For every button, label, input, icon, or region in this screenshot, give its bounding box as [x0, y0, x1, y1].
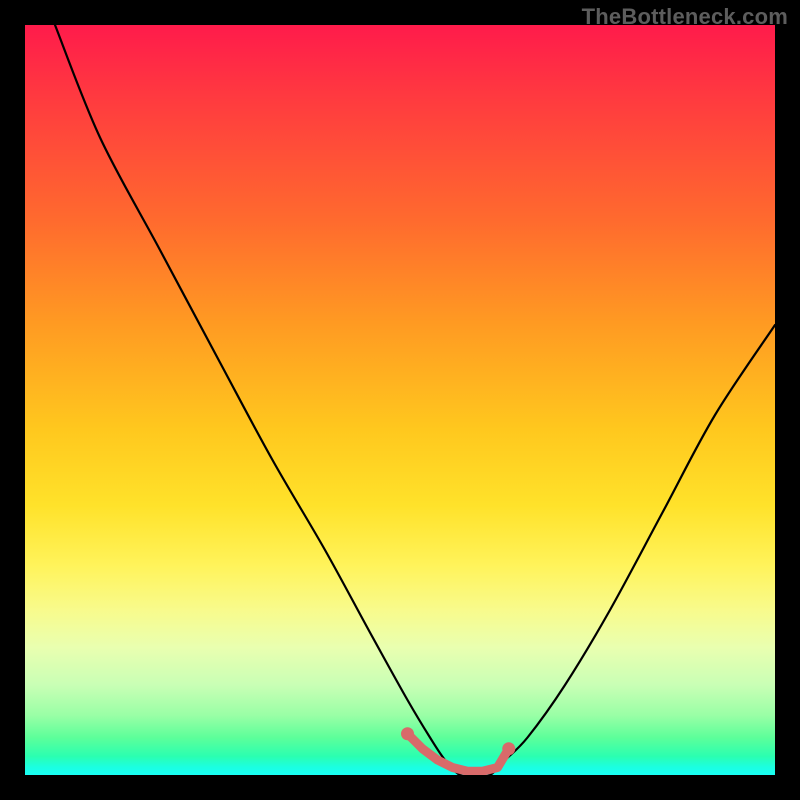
trough-end-dot: [401, 727, 414, 740]
trough-highlight: [401, 727, 515, 771]
plot-area: [25, 25, 775, 775]
chart-frame: TheBottleneck.com: [0, 0, 800, 800]
curve-svg: [25, 25, 775, 775]
trough-line: [408, 734, 509, 772]
trough-end-dot: [502, 742, 515, 755]
bottleneck-curve: [55, 25, 775, 775]
